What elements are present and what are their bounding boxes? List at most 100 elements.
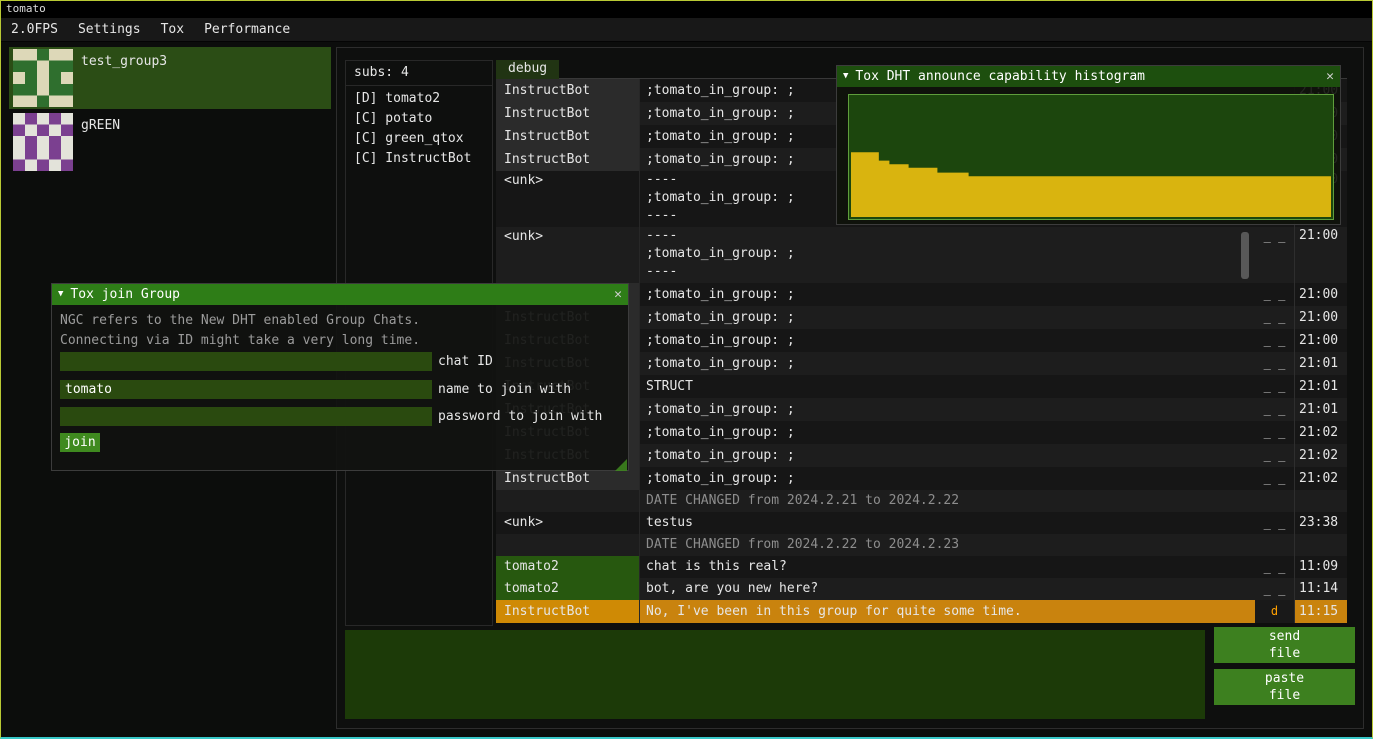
menubar: 2.0FPS Settings Tox Performance <box>1 18 1372 42</box>
message-row-highlighted[interactable]: InstructBot No, I've been in this group … <box>496 600 1347 623</box>
message-text: ;tomato_in_group: ; <box>640 398 1255 421</box>
system-message-row: DATE CHANGED from 2024.2.21 to 2024.2.22 <box>496 490 1347 512</box>
message-text: ---- ;tomato_in_group: ; ---- <box>640 227 1255 283</box>
system-message-row: DATE CHANGED from 2024.2.22 to 2024.2.23 <box>496 534 1347 556</box>
tab-debug[interactable]: debug <box>496 60 559 79</box>
group-avatar <box>13 113 73 171</box>
join-password-input[interactable] <box>60 407 432 426</box>
join-group-title: Tox join Group <box>70 287 180 302</box>
message-author: tomato2 <box>496 578 640 600</box>
menu-item-settings[interactable]: Settings <box>68 18 151 42</box>
message-status: _ _ <box>1255 352 1294 375</box>
message-author: InstructBot <box>496 102 640 125</box>
menu-item-performance[interactable]: Performance <box>194 18 300 42</box>
window-title: tomato <box>6 2 46 15</box>
menu-item-tox[interactable]: Tox <box>151 18 194 42</box>
subs-member[interactable]: [C] InstructBot <box>346 149 492 169</box>
message-time: 21:00 <box>1294 306 1347 329</box>
join-group-body: NGC refers to the New DHT enabled Group … <box>52 305 628 472</box>
histogram-plot <box>848 94 1334 220</box>
paste-file-button[interactable]: paste file <box>1214 669 1355 705</box>
message-row[interactable]: <unk> ---- ;tomato_in_group: ; ---- _ _ … <box>496 227 1347 283</box>
contact-name: gREEN <box>81 118 120 133</box>
subs-member[interactable]: [C] green_qtox <box>346 129 492 149</box>
message-text: ;tomato_in_group: ; <box>640 444 1255 467</box>
message-author: InstructBot <box>496 600 640 623</box>
message-status: _ _ <box>1255 421 1294 444</box>
join-name-input[interactable]: tomato <box>60 380 432 399</box>
contact-item-test-group3[interactable]: test_group3 <box>9 47 331 109</box>
dht-histogram-title: Tox DHT announce capability histogram <box>855 69 1145 84</box>
subs-member[interactable]: [C] potato <box>346 109 492 129</box>
message-input[interactable] <box>345 630 1205 719</box>
contact-name: test_group3 <box>81 54 167 69</box>
message-text: testus <box>640 512 1255 534</box>
message-row[interactable]: tomato2 bot, are you new here? _ _ 11:14 <box>496 578 1347 600</box>
message-time <box>1294 534 1347 556</box>
contact-item-green[interactable]: gREEN <box>9 111 331 173</box>
message-time: 21:02 <box>1294 444 1347 467</box>
message-status: _ _ <box>1255 283 1294 306</box>
message-status: _ _ <box>1255 444 1294 467</box>
message-status: _ _ <box>1255 467 1294 490</box>
histogram-plot-svg <box>849 95 1333 219</box>
join-group-window: ▼ Tox join Group ✕ NGC refers to the New… <box>51 283 629 471</box>
message-status: d <box>1255 600 1294 623</box>
chat-id-input[interactable] <box>60 352 432 371</box>
message-time: 11:09 <box>1294 556 1347 578</box>
close-icon[interactable]: ✕ <box>1326 69 1334 84</box>
message-text: ;tomato_in_group: ; <box>640 329 1255 352</box>
group-avatar <box>13 49 73 107</box>
window-titlebar[interactable]: tomato <box>1 1 1372 18</box>
message-author <box>496 534 640 556</box>
contact-list: test_group3 gREEN <box>9 47 331 175</box>
dht-histogram-titlebar[interactable]: ▼ Tox DHT announce capability histogram … <box>837 66 1340 87</box>
subscribers-count: subs: 4 <box>346 61 492 86</box>
message-time: 23:38 <box>1294 512 1347 534</box>
message-text: ;tomato_in_group: ; <box>640 306 1255 329</box>
message-status: _ _ <box>1255 227 1294 283</box>
message-time: 21:02 <box>1294 421 1347 444</box>
join-info-line2: Connecting via ID might take a very long… <box>60 333 420 348</box>
message-row[interactable]: tomato2 chat is this real? _ _ 11:09 <box>496 556 1347 578</box>
message-row[interactable]: <unk> testus _ _ 23:38 <box>496 512 1347 534</box>
message-author: <unk> <box>496 512 640 534</box>
join-info-line1: NGC refers to the New DHT enabled Group … <box>60 313 420 328</box>
message-status: _ _ <box>1255 375 1294 398</box>
message-text: STRUCT <box>640 375 1255 398</box>
message-status: _ _ <box>1255 398 1294 421</box>
message-time: 11:14 <box>1294 578 1347 600</box>
resize-grip[interactable] <box>615 459 627 471</box>
close-icon[interactable]: ✕ <box>614 287 622 302</box>
message-author: <unk> <box>496 171 640 227</box>
message-text: ;tomato_in_group: ; <box>640 421 1255 444</box>
join-group-titlebar[interactable]: ▼ Tox join Group ✕ <box>52 284 628 305</box>
collapse-icon[interactable]: ▼ <box>58 284 63 305</box>
chat-scrollbar[interactable] <box>1241 232 1249 279</box>
dht-histogram-window: ▼ Tox DHT announce capability histogram … <box>836 65 1341 225</box>
message-status <box>1255 490 1294 512</box>
message-time: 21:01 <box>1294 352 1347 375</box>
message-status: _ _ <box>1255 329 1294 352</box>
collapse-icon[interactable]: ▼ <box>843 66 848 87</box>
join-password-label: password to join with <box>438 407 602 426</box>
menu-item-fps: 2.0FPS <box>1 18 68 42</box>
message-status <box>1255 534 1294 556</box>
message-status: _ _ <box>1255 306 1294 329</box>
message-text: ;tomato_in_group: ; <box>640 467 1255 490</box>
join-button[interactable]: join <box>60 433 100 452</box>
message-author: InstructBot <box>496 125 640 148</box>
message-status: _ _ <box>1255 578 1294 600</box>
app-root: { "titlebar": { "title": "tomato" }, "me… <box>0 0 1373 739</box>
message-time: 21:01 <box>1294 398 1347 421</box>
send-file-button[interactable]: send file <box>1214 627 1355 663</box>
system-message-text: DATE CHANGED from 2024.2.21 to 2024.2.22 <box>640 490 1255 512</box>
subs-member[interactable]: [D] tomato2 <box>346 89 492 109</box>
message-status: _ _ <box>1255 512 1294 534</box>
message-text: ;tomato_in_group: ; <box>640 352 1255 375</box>
message-author: InstructBot <box>496 148 640 171</box>
message-time <box>1294 490 1347 512</box>
message-text: chat is this real? <box>640 556 1255 578</box>
message-text: bot, are you new here? <box>640 578 1255 600</box>
message-time: 21:01 <box>1294 375 1347 398</box>
